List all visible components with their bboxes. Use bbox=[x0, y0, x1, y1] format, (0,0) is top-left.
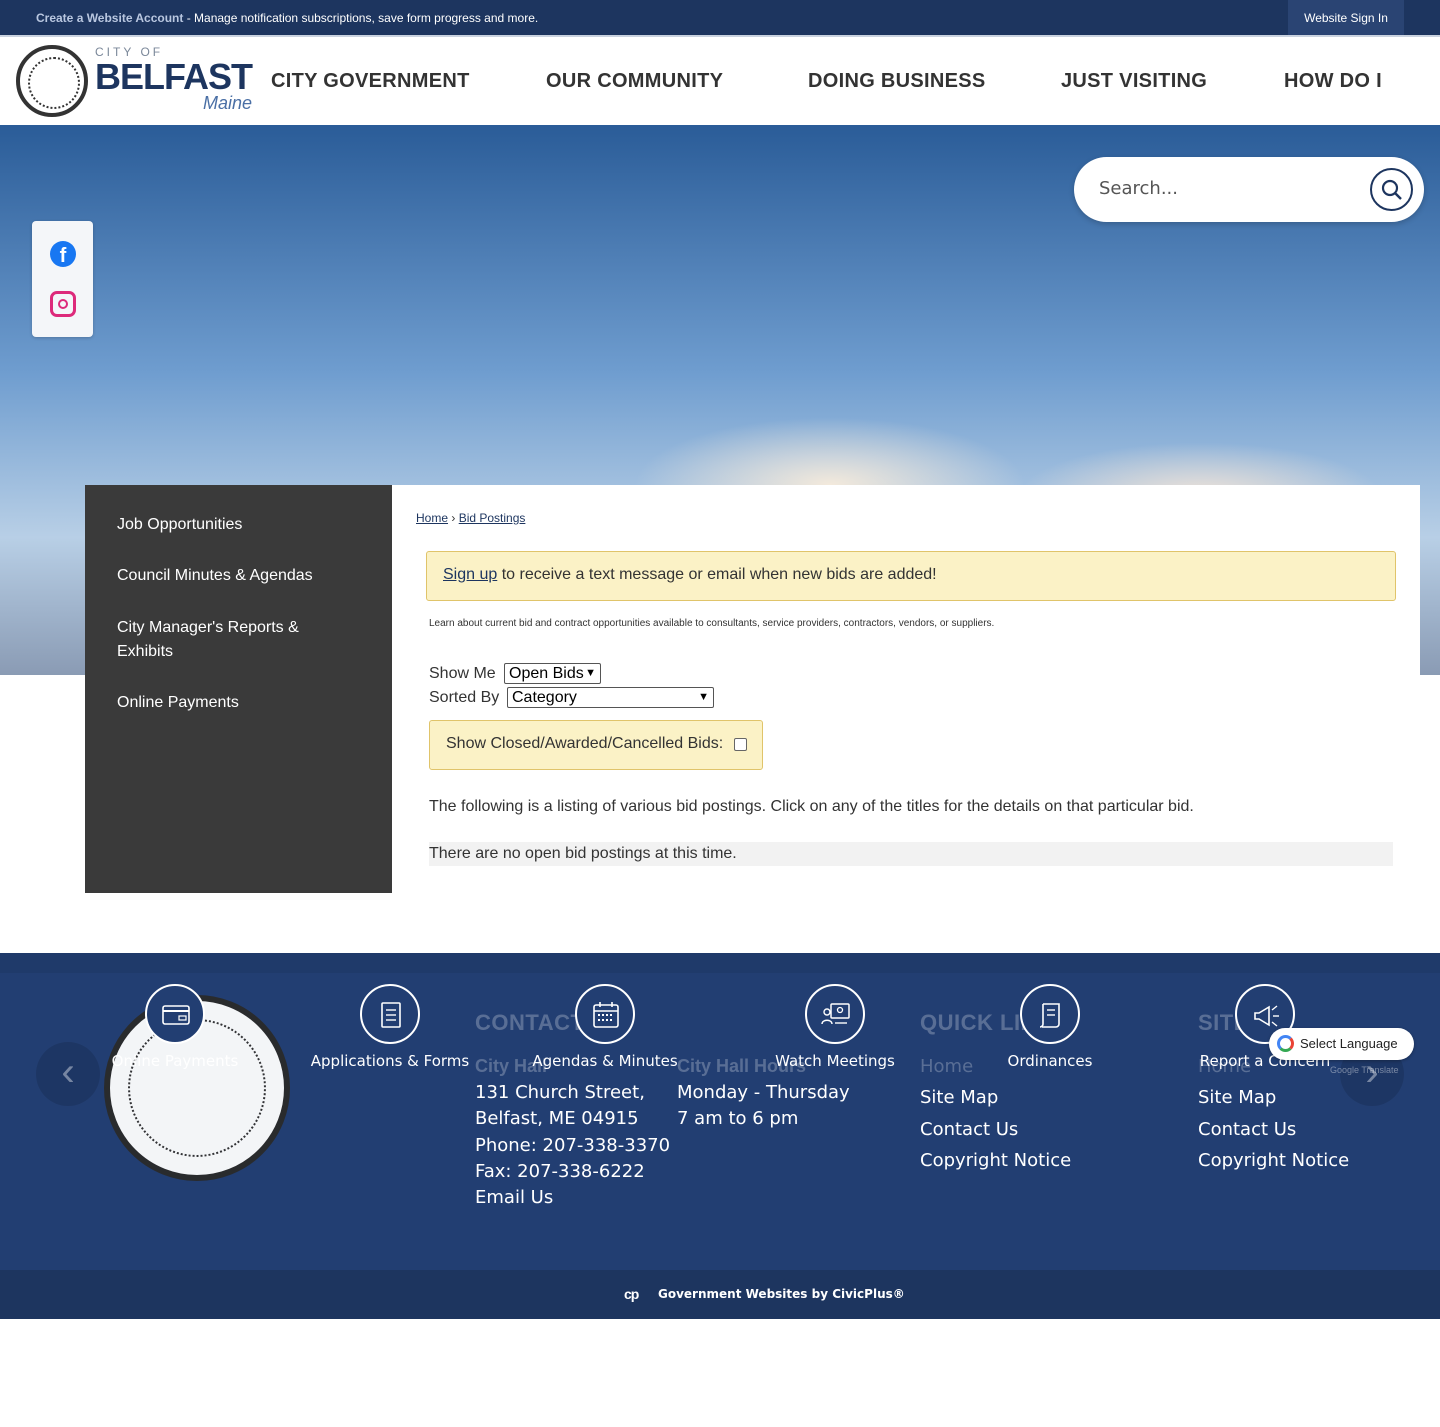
search-input[interactable]: Search... bbox=[1099, 178, 1178, 199]
calendar-icon[interactable] bbox=[575, 984, 635, 1044]
quick-icon-agendas-minutes[interactable]: Agendas & Minutes bbox=[530, 1052, 680, 1070]
chevron-down-icon: ▼ bbox=[698, 691, 709, 703]
logo-city-name: BELFAST bbox=[95, 56, 253, 97]
sidenav-city-manager-reports[interactable]: City Manager's Reports & Exhibits bbox=[117, 616, 347, 664]
civicplus-credit-link[interactable]: Government Websites by CivicPlus® bbox=[658, 1287, 905, 1301]
website-sign-in-button[interactable]: Website Sign In bbox=[1288, 0, 1404, 35]
no-bids-message: There are no open bid postings at this t… bbox=[429, 842, 1393, 866]
contact-fax: Fax: 207-338-6222 bbox=[475, 1161, 645, 1182]
nav-doing-business[interactable]: DOING BUSINESS bbox=[808, 70, 986, 93]
site-logo[interactable]: CITY OF BELFAST Maine bbox=[95, 45, 253, 114]
city-seal-logo-icon[interactable] bbox=[16, 45, 88, 117]
hours-time: 7 am to 6 pm bbox=[677, 1108, 799, 1129]
search-button[interactable] bbox=[1370, 168, 1413, 211]
quick-link-copyright[interactable]: Copyright Notice bbox=[920, 1150, 1071, 1171]
create-account-link[interactable]: Create a Website Account bbox=[36, 11, 183, 25]
quick-link-site-map[interactable]: Site Map bbox=[920, 1087, 998, 1108]
show-me-select[interactable]: Open Bids ▼ bbox=[504, 663, 601, 684]
contact-email-link[interactable]: Email Us bbox=[475, 1185, 553, 1211]
nav-our-community[interactable]: OUR COMMUNITY bbox=[546, 70, 723, 93]
footer-top-bar bbox=[0, 953, 1440, 973]
sorted-by-select[interactable]: Category ▼ bbox=[507, 687, 714, 708]
listing-intro: The following is a listing of various bi… bbox=[429, 798, 1194, 815]
sidenav-online-payments[interactable]: Online Payments bbox=[117, 691, 347, 715]
powered-by-google-translate: Google Translate bbox=[1330, 1065, 1399, 1075]
document-icon[interactable] bbox=[360, 984, 420, 1044]
video-meeting-icon[interactable] bbox=[805, 984, 865, 1044]
search-form: Search... bbox=[1074, 157, 1424, 222]
instagram-icon[interactable] bbox=[50, 291, 76, 317]
quick-link-home[interactable]: Home bbox=[920, 1056, 973, 1077]
main-content: Home › Bid Postings Sign up to receive a… bbox=[392, 485, 1420, 893]
quick-icon-applications-forms[interactable]: Applications & Forms bbox=[310, 1052, 470, 1070]
account-message: Create a Website Account - Manage notifi… bbox=[36, 11, 538, 25]
nav-city-government[interactable]: CITY GOVERNMENT bbox=[271, 70, 470, 93]
show-closed-checkbox[interactable] bbox=[734, 738, 747, 751]
site-link-copyright[interactable]: Copyright Notice bbox=[1198, 1150, 1349, 1171]
account-message-text: - Manage notification subscriptions, sav… bbox=[183, 11, 539, 25]
nav-just-visiting[interactable]: JUST VISITING bbox=[1061, 70, 1207, 93]
contact-address-line2: Belfast, ME 04915 bbox=[475, 1108, 639, 1129]
chevron-down-icon: ▼ bbox=[585, 667, 596, 679]
social-links: f bbox=[32, 221, 93, 337]
quick-icon-ordinances[interactable]: Ordinances bbox=[995, 1052, 1105, 1070]
top-bar: Create a Website Account - Manage notifi… bbox=[0, 0, 1440, 35]
nav-how-do-i[interactable]: HOW DO I bbox=[1284, 70, 1382, 93]
show-closed-filter: Show Closed/Awarded/Cancelled Bids: bbox=[429, 720, 763, 770]
signup-alert: Sign up to receive a text message or ema… bbox=[426, 551, 1396, 601]
side-navigation: Job Opportunities Council Minutes & Agen… bbox=[85, 485, 392, 893]
carousel-prev-button[interactable]: ‹ bbox=[36, 1042, 100, 1106]
quick-link-contact-us[interactable]: Contact Us bbox=[920, 1119, 1018, 1140]
signup-alert-text: to receive a text message or email when … bbox=[497, 566, 937, 583]
search-icon bbox=[1381, 179, 1402, 200]
breadcrumb: Home › Bid Postings bbox=[416, 511, 525, 525]
sorted-by-label: Sorted By bbox=[429, 689, 500, 706]
bottom-credit-bar: cp Government Websites by CivicPlus® bbox=[0, 1270, 1440, 1319]
breadcrumb-home[interactable]: Home bbox=[416, 511, 448, 525]
sorted-by-value: Category bbox=[512, 689, 577, 706]
select-language-dropdown[interactable]: Select Language bbox=[1269, 1028, 1414, 1060]
quick-icon-watch-meetings[interactable]: Watch Meetings bbox=[770, 1052, 900, 1070]
breadcrumb-separator: › bbox=[448, 511, 459, 525]
hours-days: Monday - Thursday bbox=[677, 1082, 850, 1103]
site-link-site-map[interactable]: Site Map bbox=[1198, 1087, 1276, 1108]
site-link-contact-us[interactable]: Contact Us bbox=[1198, 1119, 1296, 1140]
contact-phone: Phone: 207-338-3370 bbox=[475, 1135, 671, 1156]
civicplus-logo-icon: cp bbox=[624, 1286, 639, 1302]
signup-link[interactable]: Sign up bbox=[443, 566, 497, 583]
scroll-icon[interactable] bbox=[1020, 984, 1080, 1044]
show-me-label: Show Me bbox=[429, 665, 496, 682]
select-language-label: Select Language bbox=[1300, 1036, 1398, 1051]
quick-icon-online-payments[interactable]: Online Payments bbox=[110, 1052, 240, 1070]
seal-ring bbox=[128, 1019, 266, 1157]
page-description: Learn about current bid and contract opp… bbox=[429, 618, 995, 629]
show-me-value: Open Bids bbox=[509, 665, 584, 682]
show-closed-label: Show Closed/Awarded/Cancelled Bids: bbox=[446, 735, 724, 752]
site-header: CITY OF BELFAST Maine CITY GOVERNMENT OU… bbox=[0, 35, 1440, 125]
google-icon bbox=[1277, 1035, 1294, 1052]
sidenav-council-minutes[interactable]: Council Minutes & Agendas bbox=[117, 564, 347, 588]
contact-address-line1: 131 Church Street, bbox=[475, 1082, 645, 1103]
sidenav-job-opportunities[interactable]: Job Opportunities bbox=[117, 513, 347, 537]
facebook-icon[interactable]: f bbox=[50, 241, 76, 267]
breadcrumb-bid-postings[interactable]: Bid Postings bbox=[459, 511, 526, 525]
credit-card-icon[interactable] bbox=[145, 984, 205, 1044]
